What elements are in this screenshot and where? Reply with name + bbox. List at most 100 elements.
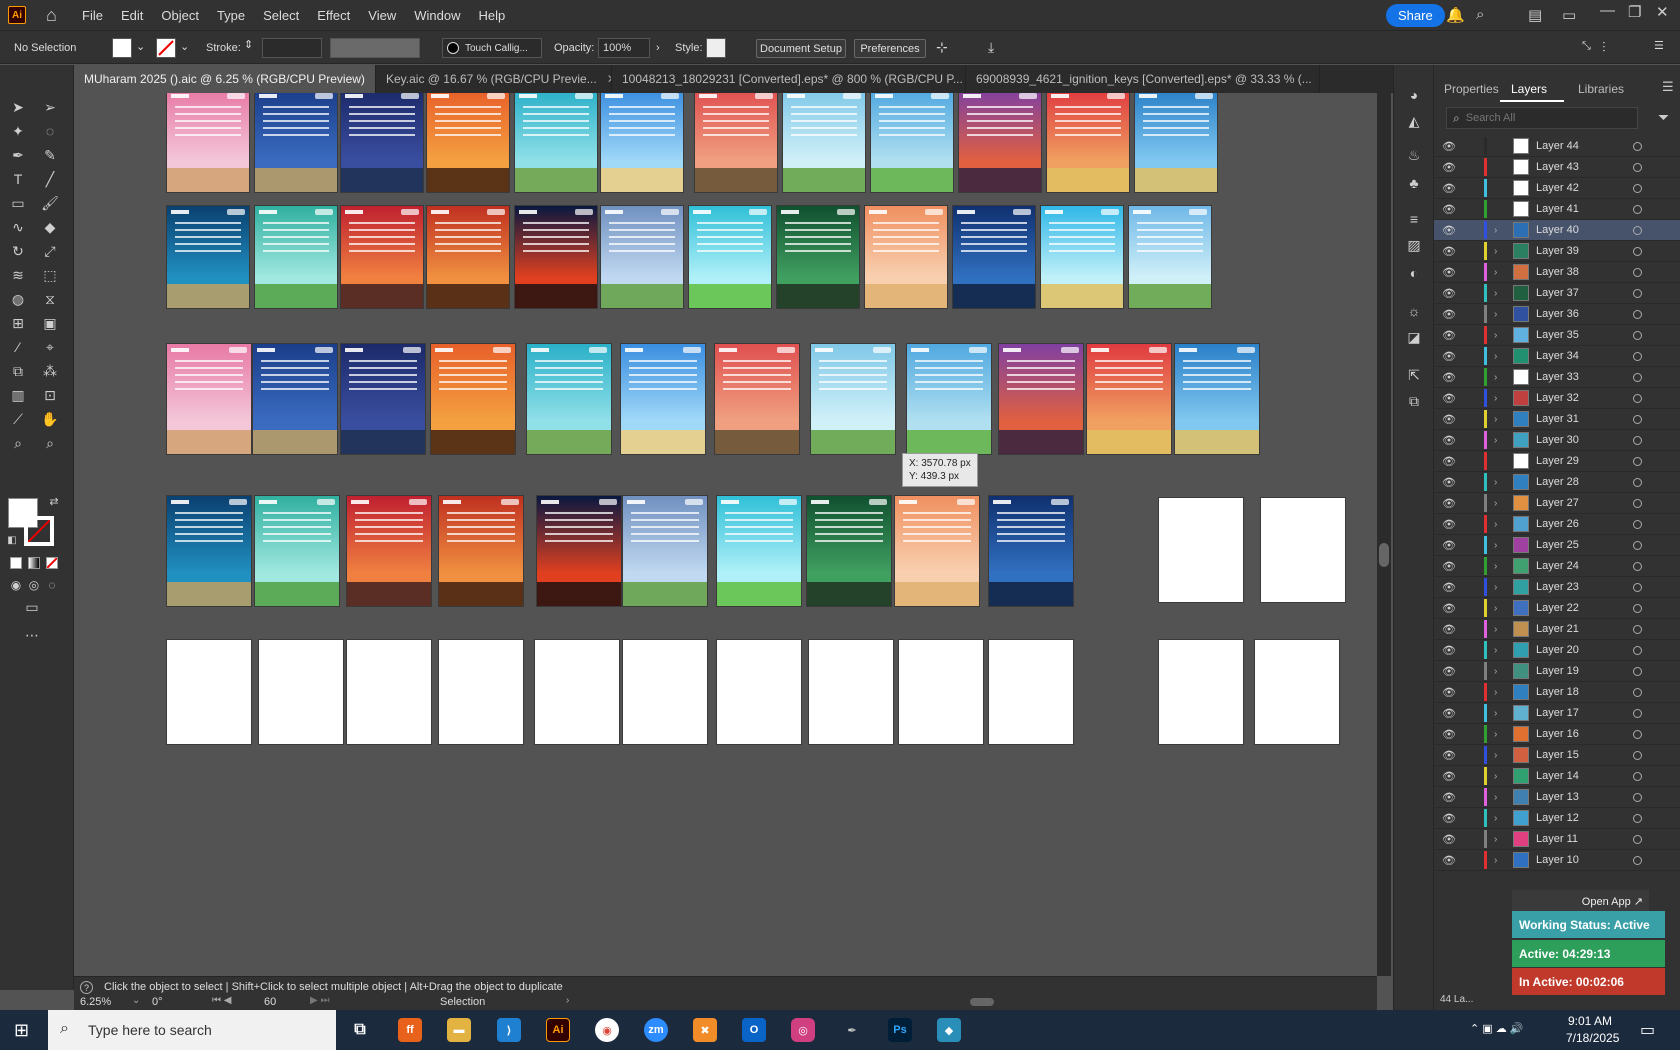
taskbar-search[interactable]: ⌕ Type here to search	[48, 1010, 336, 1050]
shape-builder-icon[interactable]: ◍	[8, 289, 28, 309]
menu-window[interactable]: Window	[414, 8, 460, 23]
draw-behind-icon[interactable]: ◎	[24, 575, 44, 595]
expand-chevron-icon[interactable]: ›	[1494, 414, 1497, 425]
visibility-eye-icon[interactable]: 👁	[1442, 833, 1456, 846]
transparency-icon[interactable]: ◐	[1404, 263, 1424, 283]
visibility-eye-icon[interactable]: 👁	[1442, 728, 1456, 741]
stroke-weight-field[interactable]	[262, 38, 322, 58]
empty-artboard[interactable]	[166, 639, 252, 745]
arrange-documents-icon[interactable]: ⤡	[1582, 40, 1591, 53]
expand-chevron-icon[interactable]: ›	[1494, 498, 1497, 509]
layer-row[interactable]: 👁 › Layer 22	[1434, 598, 1680, 619]
layer-row[interactable]: 👁 › Layer 28	[1434, 472, 1680, 493]
layer-target-icon[interactable]	[1633, 351, 1642, 361]
expand-chevron-icon[interactable]: ›	[1494, 855, 1497, 866]
stroke-swatch[interactable]	[156, 38, 176, 58]
selection-tool-icon[interactable]: ➤	[8, 97, 28, 117]
menu-help[interactable]: Help	[478, 8, 505, 23]
file-explorer-icon[interactable]: ▬	[447, 1018, 471, 1042]
artboard-poster[interactable]	[988, 495, 1074, 607]
artboard-poster[interactable]	[438, 495, 524, 607]
paintbrush-icon[interactable]: 🖌	[40, 193, 60, 213]
visibility-eye-icon[interactable]: 👁	[1442, 392, 1456, 405]
visibility-eye-icon[interactable]: 👁	[1442, 854, 1456, 867]
help-icon[interactable]: ?	[80, 981, 93, 994]
expand-chevron-icon[interactable]: ›	[1494, 834, 1497, 845]
layer-row[interactable]: 👁 › Layer 16	[1434, 724, 1680, 745]
magic-wand-icon[interactable]: ✦	[8, 121, 28, 141]
layer-target-icon[interactable]	[1633, 771, 1642, 781]
layer-target-icon[interactable]	[1633, 477, 1642, 487]
artboards-panel-icon[interactable]: ⧉	[1404, 391, 1424, 411]
rectangle-icon[interactable]: ▭	[8, 193, 28, 213]
empty-artboard[interactable]	[898, 639, 984, 745]
visibility-eye-icon[interactable]: 👁	[1442, 476, 1456, 489]
draw-inside-icon[interactable]: ◌	[42, 575, 62, 595]
layers-search-input[interactable]	[1465, 112, 1616, 124]
expand-chevron-icon[interactable]: ›	[1494, 309, 1497, 320]
layer-row[interactable]: 👁 › Layer 26	[1434, 514, 1680, 535]
artboard-poster[interactable]	[810, 343, 896, 455]
more-tools-icon[interactable]: ⋯	[22, 625, 42, 645]
layer-row[interactable]: 👁 › Layer 18	[1434, 682, 1680, 703]
visibility-eye-icon[interactable]: 👁	[1442, 308, 1456, 321]
direct-selection-icon[interactable]: ➢	[40, 97, 60, 117]
eraser-icon[interactable]: ◆	[40, 217, 60, 237]
layer-row[interactable]: 👁 › Layer 33	[1434, 367, 1680, 388]
empty-artboard[interactable]	[534, 639, 620, 745]
empty-artboard[interactable]	[622, 639, 708, 745]
layer-target-icon[interactable]	[1633, 813, 1642, 823]
filter-icon[interactable]: ⏷	[1658, 109, 1669, 126]
artboard-poster[interactable]	[340, 343, 426, 455]
windows-start-icon[interactable]: ⊞	[14, 1020, 29, 1041]
layer-row[interactable]: 👁 › Layer 21	[1434, 619, 1680, 640]
artboard-poster[interactable]	[166, 93, 250, 193]
layer-row[interactable]: 👁 Layer 44	[1434, 136, 1680, 157]
visibility-eye-icon[interactable]: 👁	[1442, 455, 1456, 468]
layer-target-icon[interactable]	[1633, 561, 1642, 571]
arrange-icon[interactable]: ▭	[1562, 6, 1576, 24]
export-icon[interactable]: ⤓	[988, 39, 994, 56]
visibility-eye-icon[interactable]: 👁	[1442, 581, 1456, 594]
layer-target-icon[interactable]	[1633, 330, 1642, 340]
visibility-eye-icon[interactable]: 👁	[1442, 602, 1456, 615]
artboard-poster[interactable]	[694, 93, 778, 193]
visibility-eye-icon[interactable]: 👁	[1442, 413, 1456, 426]
layer-target-icon[interactable]	[1633, 729, 1642, 739]
expand-chevron-icon[interactable]: ›	[1494, 666, 1497, 677]
mesh-icon[interactable]: ⊞	[8, 313, 28, 333]
layer-target-icon[interactable]	[1633, 267, 1642, 277]
layer-target-icon[interactable]	[1633, 540, 1642, 550]
layer-target-icon[interactable]	[1633, 750, 1642, 760]
layer-row[interactable]: 👁 › Layer 27	[1434, 493, 1680, 514]
menu-object[interactable]: Object	[161, 8, 199, 23]
tab-key[interactable]: Key.aic @ 16.67 % (RGB/CPU Previe...✕	[376, 65, 612, 93]
curvature-icon[interactable]: ✎	[40, 145, 60, 165]
rotation-field[interactable]: 0°	[152, 996, 163, 1008]
tab-layers[interactable]: Layers	[1511, 82, 1547, 96]
layer-target-icon[interactable]	[1633, 666, 1642, 676]
expand-chevron-icon[interactable]: ›	[1494, 771, 1497, 782]
artboard-poster[interactable]	[600, 93, 684, 193]
layer-target-icon[interactable]	[1633, 645, 1642, 655]
layer-row[interactable]: 👁 › Layer 15	[1434, 745, 1680, 766]
swatches-icon[interactable]: ◪	[1404, 327, 1424, 347]
artboard-poster[interactable]	[1128, 205, 1212, 309]
chevron-down-icon[interactable]: ⌄	[180, 40, 189, 53]
artboard-poster[interactable]	[894, 495, 980, 607]
menu-effect[interactable]: Effect	[317, 8, 350, 23]
visibility-eye-icon[interactable]: 👁	[1442, 434, 1456, 447]
line-tool-icon[interactable]: ╱	[40, 169, 60, 189]
expand-chevron-icon[interactable]: ›	[1494, 792, 1497, 803]
visibility-eye-icon[interactable]: 👁	[1442, 623, 1456, 636]
export-panel-icon[interactable]: ⇱	[1404, 365, 1424, 385]
artboard-poster[interactable]	[776, 205, 860, 309]
chevron-right-icon[interactable]: ›	[566, 995, 569, 1006]
free-transform-icon[interactable]: ⬚	[40, 265, 60, 285]
artboard-poster[interactable]	[870, 93, 954, 193]
layer-row[interactable]: 👁 › Layer 20	[1434, 640, 1680, 661]
visibility-eye-icon[interactable]: 👁	[1442, 707, 1456, 720]
layer-target-icon[interactable]	[1633, 708, 1642, 718]
layer-target-icon[interactable]	[1633, 603, 1642, 613]
visibility-eye-icon[interactable]: 👁	[1442, 686, 1456, 699]
